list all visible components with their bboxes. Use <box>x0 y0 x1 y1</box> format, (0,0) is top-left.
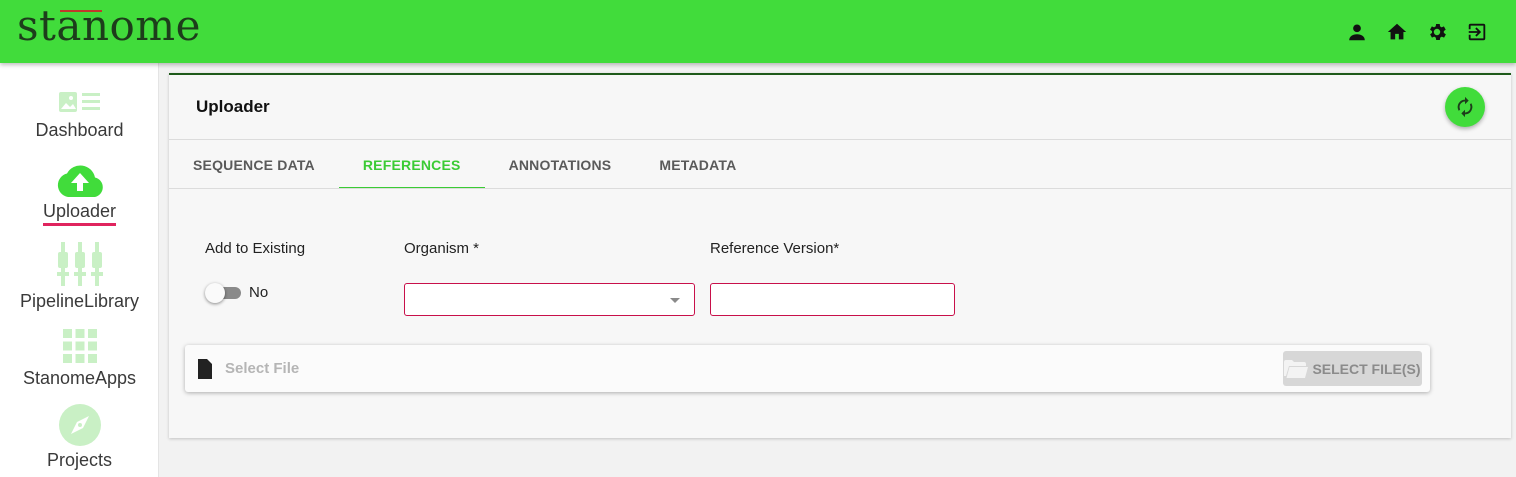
pipeline-icon <box>56 242 103 286</box>
logo-accent-mark <box>60 10 102 12</box>
add-existing-value: No <box>249 284 269 301</box>
sidebar-item-dashboard[interactable]: Dashboard <box>0 89 159 141</box>
file-picker: Select File SELECT FILE(S) <box>185 345 1430 392</box>
select-files-label: SELECT FILE(S) <box>1312 360 1421 377</box>
refresh-button[interactable] <box>1445 87 1485 127</box>
file-icon <box>198 359 212 379</box>
apps-grid-icon <box>62 329 97 363</box>
logout-icon[interactable] <box>1464 19 1490 45</box>
organism-select[interactable] <box>404 283 695 316</box>
gear-icon[interactable] <box>1424 19 1450 45</box>
dashboard-icon <box>58 92 100 112</box>
header-actions <box>1344 19 1490 45</box>
stanome-logo[interactable]: stanome <box>17 2 201 50</box>
toggle-thumb <box>205 283 225 303</box>
person-icon[interactable] <box>1344 19 1370 45</box>
reference-version-input[interactable] <box>710 283 955 316</box>
uploader-card: Uploader SEQUENCE DATA REFERENCES ANNOTA… <box>169 73 1511 438</box>
reference-version-label: Reference Version* <box>710 240 840 257</box>
tab-annotations[interactable]: ANNOTATIONS <box>485 140 636 189</box>
top-bar: stanome <box>0 0 1516 63</box>
add-existing-toggle[interactable] <box>205 283 241 303</box>
sidebar-item-label: StanomeApps <box>22 368 137 388</box>
folder-open-icon <box>1284 359 1309 378</box>
sidebar-item-uploader[interactable]: Uploader <box>0 164 159 226</box>
refresh-icon <box>1457 96 1473 118</box>
organism-label: Organism * <box>404 240 480 257</box>
tab-bar: SEQUENCE DATA REFERENCES ANNOTATIONS MET… <box>169 140 760 189</box>
page-title: Uploader <box>196 97 270 116</box>
tab-sequence-data[interactable]: SEQUENCE DATA <box>169 140 339 189</box>
cloud-upload-icon <box>57 165 103 197</box>
select-files-button[interactable]: SELECT FILE(S) <box>1283 351 1422 386</box>
sidebar: Dashboard Uploader PipelineLibrary Stano… <box>0 63 159 477</box>
sidebar-item-projects[interactable]: Projects <box>0 403 159 471</box>
sidebar-item-label: Dashboard <box>35 120 124 140</box>
sidebar-item-label: PipelineLibrary <box>19 291 140 311</box>
file-placeholder[interactable]: Select File <box>225 360 299 377</box>
tab-metadata[interactable]: METADATA <box>635 140 760 189</box>
sidebar-item-pipelinelibrary[interactable]: PipelineLibrary <box>0 242 159 312</box>
tab-divider <box>169 188 1511 189</box>
tab-references[interactable]: REFERENCES <box>338 140 485 189</box>
sidebar-item-label: Projects <box>46 450 113 470</box>
add-existing-label: Add to Existing <box>205 240 306 257</box>
sidebar-item-label: Uploader <box>42 200 117 226</box>
compass-icon <box>58 404 101 446</box>
chevron-down-icon <box>670 298 680 303</box>
home-icon[interactable] <box>1384 19 1410 45</box>
sidebar-item-stanomeapps[interactable]: StanomeApps <box>0 327 159 389</box>
